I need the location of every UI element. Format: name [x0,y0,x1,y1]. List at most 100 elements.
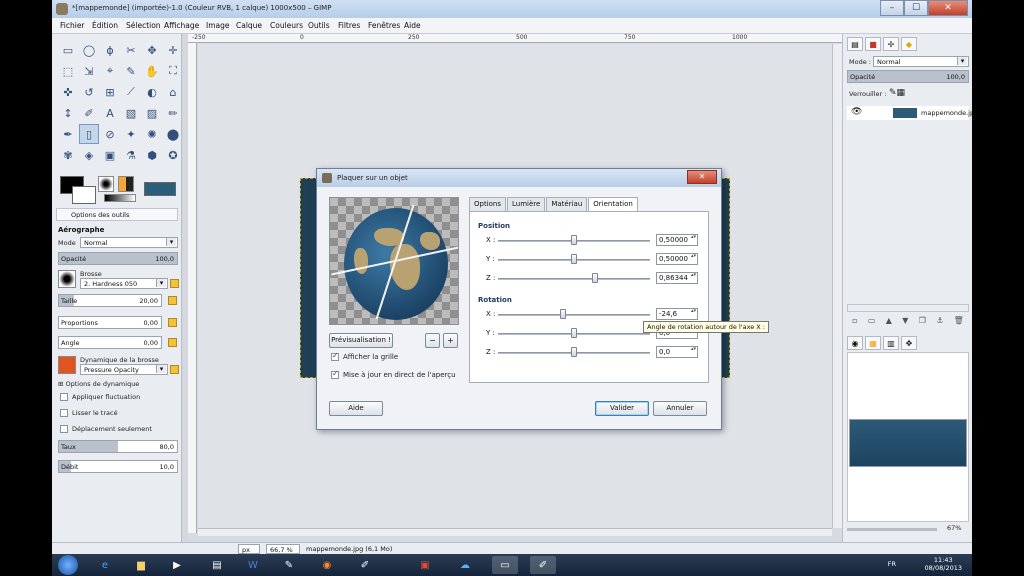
tool-button[interactable]: ✐ [79,103,99,123]
flow-slider[interactable]: Débit 10,0 [58,460,178,473]
active-gradient-preview[interactable] [104,194,136,202]
active-image-preview[interactable] [144,182,176,196]
menu-outils[interactable]: Outils [308,21,330,30]
gimp-taskbar-icon[interactable]: ✐ [352,556,378,574]
tool-button[interactable]: ⊘ [100,124,120,144]
menu-calque[interactable]: Calque [236,21,262,30]
incremental-checkbox[interactable] [60,425,68,433]
tool-button[interactable]: ✏ [163,103,183,123]
rotation-slider-handle[interactable] [571,328,577,338]
tool-button[interactable]: ▧ [121,103,141,123]
position-slider-handle[interactable] [592,273,599,283]
rotation-slider-track[interactable] [498,314,650,316]
help-button[interactable]: Aide [329,401,383,416]
minimize-button[interactable]: – [880,0,904,16]
tool-button[interactable]: ◐ [142,82,162,102]
menu-aide[interactable]: Aide [404,21,421,30]
cancel-button[interactable]: Annuler [653,401,707,416]
tab-orientation[interactable]: Orientation [588,197,638,212]
menu-fichier[interactable]: Fichier [60,21,85,30]
tab-options[interactable]: Options [469,197,507,211]
smooth-checkbox[interactable] [60,409,68,417]
tool-button[interactable]: ▣ [100,145,120,165]
tool-button[interactable]: ϕ [100,40,120,60]
mode-select[interactable]: Normal [80,237,178,248]
skydrive-icon[interactable]: ☁ [452,556,478,574]
internet-explorer-icon[interactable]: e [92,556,118,574]
rotation-spin-input[interactable]: -24,6 [656,308,698,320]
proportions-slider[interactable]: Proportions 0,00 [58,316,162,329]
word-icon[interactable]: W [240,556,266,574]
live-update-checkbox[interactable] [331,369,339,379]
file-explorer-icon[interactable]: ▆ [128,556,154,574]
position-slider-track[interactable] [498,278,650,280]
tool-button[interactable]: ✪ [163,145,183,165]
menu-selection[interactable]: Sélection [126,21,161,30]
dynamics-select[interactable]: Pressure Opacity [80,364,168,375]
tool-button[interactable]: ⇲ [79,61,99,81]
position-slider-handle[interactable] [571,235,577,245]
tool-button[interactable]: ✂ [121,40,141,60]
paths-tab[interactable]: ✢ [883,37,899,51]
position-spin-input[interactable]: 0,50000 [656,234,698,246]
layer-mode-select[interactable]: Normal [873,56,969,67]
layer-row[interactable]: 👁 mappemonde.jpg [847,106,972,120]
tool-button[interactable]: ↕ [58,103,78,123]
position-spin-input[interactable]: 0,86344 [656,272,698,284]
window-switcher-icon[interactable]: ▭ [492,556,518,574]
zoom-in-icon[interactable]: + [443,333,458,348]
tool-button[interactable]: ⌖ [100,61,120,81]
gradients-tab[interactable]: ▥ [883,336,899,350]
dynamics-thumbnail[interactable] [58,356,76,374]
tool-button[interactable]: ✦ [121,124,141,144]
vertical-scrollbar[interactable] [832,44,842,528]
vertical-ruler[interactable] [188,43,197,533]
zoom-select[interactable]: 66,7 % [266,544,300,554]
language-indicator[interactable]: FR [888,560,896,568]
layer-group-icon[interactable]: ▭ [868,316,876,328]
layers-tab[interactable]: ▤ [847,37,863,51]
layer-opacity-slider[interactable]: Opacité 100,0 [847,70,969,83]
media-player-icon[interactable]: ▶ [164,556,190,574]
menu-filtres[interactable]: Filtres [338,21,360,30]
preview-area[interactable] [329,197,459,325]
lower-layer-icon[interactable]: ▼ [902,316,908,328]
raise-layer-icon[interactable]: ▲ [886,316,892,328]
start-button[interactable] [58,555,78,575]
rate-slider[interactable]: Taux 80,0 [58,440,178,453]
horizontal-ruler[interactable]: -250 0 250 500 750 1000 [188,34,842,43]
reset-angle-icon[interactable] [168,338,177,347]
horizontal-scrollbar[interactable] [198,528,832,536]
menu-edition[interactable]: Édition [92,21,118,30]
tool-button[interactable]: ✺ [142,124,162,144]
opacity-slider[interactable]: Opacité 100,0 [58,252,178,265]
edit-brush-icon[interactable] [170,279,179,288]
background-color[interactable] [72,186,96,204]
position-slider-handle[interactable] [571,254,577,264]
tool-button[interactable]: ✜ [58,82,78,102]
edit-dynamics-icon[interactable] [170,365,179,374]
firefox-icon[interactable]: ◉ [314,556,340,574]
lock-pixels-icon[interactable]: ✎▦ [889,88,905,98]
tool-button[interactable]: ▭ [58,40,78,60]
close-button[interactable]: ✕ [928,0,968,16]
filezilla-icon[interactable]: ▣ [412,556,438,574]
preview-button[interactable]: Prévisualisation ! [329,333,393,348]
size-slider[interactable]: Taille 20,00 [58,294,162,307]
layers-hscroll[interactable] [847,304,969,312]
brushes-tab[interactable]: ◉ [847,336,863,350]
tool-options-tab[interactable]: Options des outils [56,208,178,221]
tool-button[interactable]: A [100,103,120,123]
tool-button[interactable]: ⬤ [163,124,183,144]
rotation-spin-input[interactable]: 0,0 [656,346,698,358]
new-layer-icon[interactable]: ▫ [852,316,857,328]
gimp-active-icon[interactable]: ✐ [530,556,556,574]
nav-zoom-slider[interactable] [847,528,937,531]
brush-select[interactable]: 2. Hardness 050 [80,278,168,289]
tool-button[interactable]: ▯ [79,124,99,144]
tool-button[interactable]: ⬢ [142,145,162,165]
undo-tab[interactable]: ◆ [901,37,917,51]
tool-button[interactable]: ⌂ [163,82,183,102]
tool-button[interactable]: ✎ [121,61,141,81]
navigation-thumbnail[interactable] [849,419,967,467]
